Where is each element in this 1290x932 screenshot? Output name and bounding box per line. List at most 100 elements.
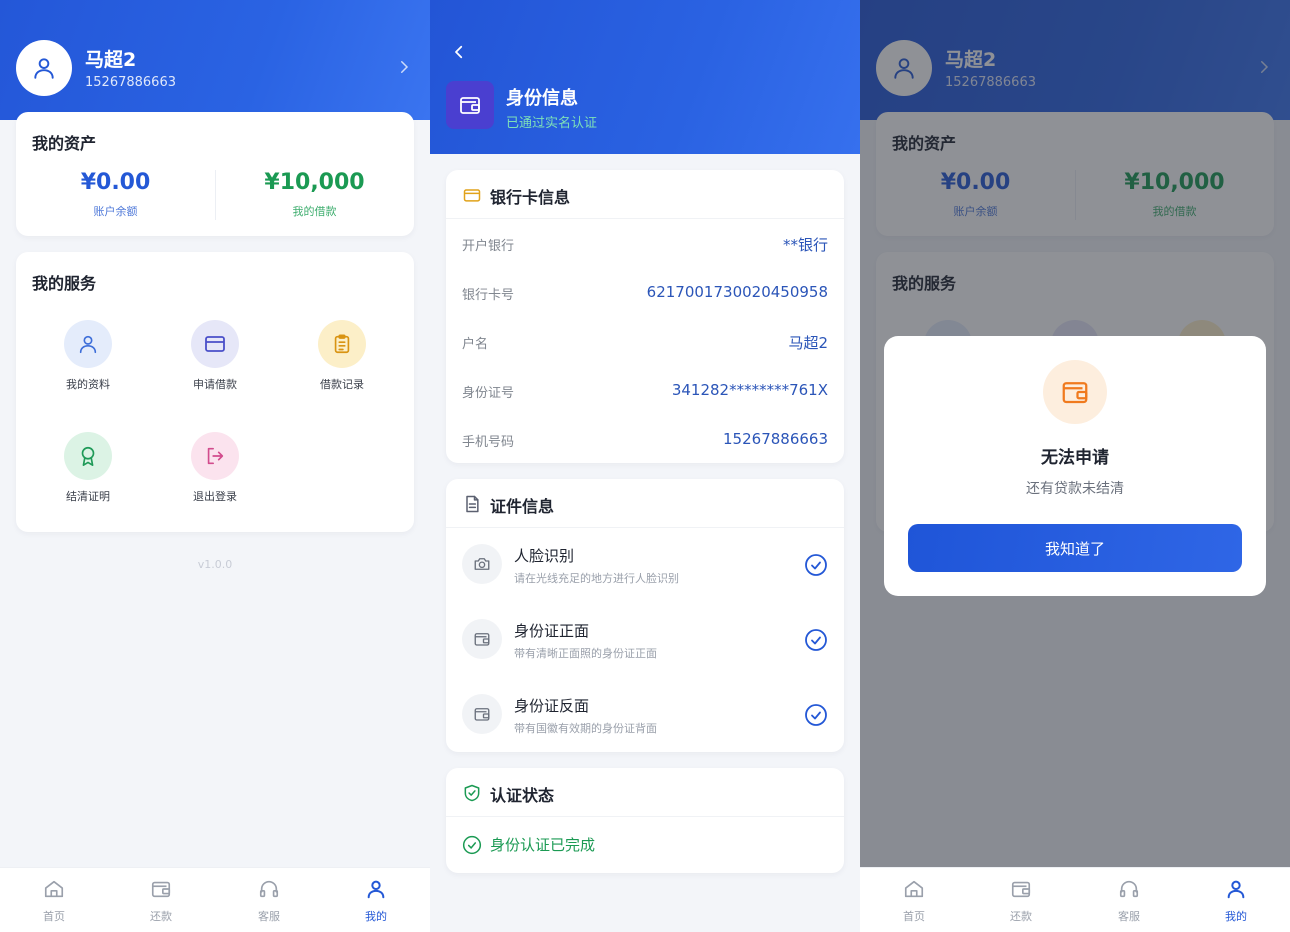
balance-value: ¥0.00 (80, 170, 151, 195)
logout-icon (191, 432, 239, 480)
section-header: 银行卡信息 (446, 170, 844, 219)
balance-block[interactable]: ¥0.00 账户余额 (16, 170, 215, 219)
service-logout[interactable]: 退出登录 (165, 432, 265, 504)
section-title: 银行卡信息 (490, 188, 571, 207)
document-icon (466, 495, 479, 513)
tab-repay[interactable]: 还款 (991, 878, 1051, 924)
dialog-message: 还有贷款未结清 (1026, 481, 1124, 497)
tab-mine[interactable]: 我的 (346, 878, 406, 924)
headset-icon (259, 880, 279, 898)
service-apply-loan[interactable]: 申请借款 (165, 320, 265, 392)
tab-label: 还款 (150, 910, 172, 923)
service-my-info[interactable]: 我的资料 (38, 320, 138, 392)
tab-home[interactable]: 首页 (24, 878, 84, 924)
identity-screen: 身份信息 已通过实名认证 银行卡信息 开户银行 **银行 银行卡号 621700… (430, 0, 860, 932)
shield-check-icon (464, 784, 480, 802)
assets-card: 我的资产 ¥0.00 账户余额 ¥10,000 我的借款 (16, 112, 414, 236)
version-text: v1.0.0 (197, 558, 233, 571)
bank-row-card-number: 银行卡号 6217001730020450958 (446, 268, 844, 317)
row-label: 户名 (462, 337, 489, 352)
tab-label: 首页 (43, 910, 65, 923)
service-label: 申请借款 (193, 378, 237, 391)
wallet-icon (1011, 881, 1031, 898)
section-header: 证件信息 (446, 479, 844, 528)
home-icon (44, 880, 64, 898)
check-circle-icon (805, 554, 827, 576)
loan-label: 我的借款 (292, 205, 337, 218)
award-icon (64, 432, 112, 480)
back-arrow-icon[interactable] (450, 42, 468, 62)
loan-block[interactable]: ¥10,000 我的借款 (215, 170, 414, 219)
wallet-icon (151, 881, 171, 898)
doc-name: 身份证反面 (514, 697, 590, 715)
tab-repay[interactable]: 还款 (131, 878, 191, 924)
service-label: 我的资料 (66, 378, 110, 391)
doc-name: 身份证正面 (514, 622, 590, 640)
row-value: 341282********761X (671, 381, 828, 399)
page-title: 身份信息 (506, 88, 578, 109)
tab-label: 客服 (258, 910, 280, 923)
identity-header: 身份信息 已通过实名认证 (430, 0, 860, 154)
user-name: 马超2 (85, 49, 137, 71)
section-title: 认证状态 (490, 786, 555, 805)
service-label: 结清证明 (66, 490, 110, 503)
row-value: **银行 (782, 236, 828, 254)
row-label: 身份证号 (462, 386, 515, 401)
avatar (16, 40, 72, 96)
tab-label: 客服 (1118, 910, 1140, 923)
bank-row-id-number: 身份证号 341282********761X (446, 366, 844, 415)
section-title: 证件信息 (490, 497, 555, 516)
tab-label: 首页 (903, 910, 925, 923)
services-card: 我的服务 我的资料 申请借款 借款记录 结清证明 退出登录 (16, 252, 414, 532)
tab-label: 我的 (365, 910, 387, 923)
tab-mine[interactable]: 我的 (1206, 878, 1266, 924)
documents-section: 证件信息 人脸识别 请在光线充足的地方进行人脸识别 身份证正面 带有清晰正面照的… (446, 479, 844, 752)
check-circle-icon (462, 835, 482, 855)
clipboard-icon (318, 320, 366, 368)
acknowledge-button[interactable]: 我知道了 (908, 524, 1242, 572)
tab-label: 还款 (1010, 910, 1032, 923)
profile-header[interactable]: 马超2 15267886663 (0, 0, 430, 120)
section-header: 认证状态 (446, 768, 844, 817)
profile-screen: 马超2 15267886663 我的资产 ¥0.00 账户余额 ¥10,000 … (0, 0, 430, 932)
loan-value: ¥10,000 (264, 170, 365, 195)
wallet-icon (462, 694, 502, 734)
doc-face-recognition[interactable]: 人脸识别 请在光线充足的地方进行人脸识别 (446, 527, 844, 602)
service-loan-records[interactable]: 借款记录 (292, 320, 392, 392)
profile-modal-screen: 马超2 15267886663 我的资产 ¥0.00 账户余额 ¥10,000 … (860, 0, 1290, 932)
wallet-icon (1043, 360, 1107, 424)
services-title: 我的服务 (32, 274, 97, 293)
doc-id-back[interactable]: 身份证反面 带有国徽有效期的身份证背面 (446, 677, 844, 752)
doc-id-front[interactable]: 身份证正面 带有清晰正面照的身份证正面 (446, 602, 844, 677)
status-section: 认证状态 身份认证已完成 (446, 768, 844, 873)
balance-label: 账户余额 (93, 205, 138, 218)
service-label: 退出登录 (193, 490, 237, 503)
tab-bar: 首页 还款 客服 我的 (860, 867, 1290, 932)
camera-icon (462, 544, 502, 584)
chevron-right-icon[interactable] (395, 58, 413, 76)
tab-bar: 首页 还款 客服 我的 (0, 867, 430, 932)
user-icon (367, 880, 385, 899)
row-value: 马超2 (788, 334, 828, 352)
status-text: 身份认证已完成 (490, 836, 596, 854)
wallet-icon (462, 619, 502, 659)
row-value: 15267886663 (723, 430, 828, 448)
user-phone: 15267886663 (85, 75, 176, 90)
user-icon (1227, 880, 1245, 899)
doc-name: 人脸识别 (514, 547, 575, 565)
bank-row-phone: 手机号码 15267886663 (446, 415, 844, 463)
verified-subtitle: 已通过实名认证 (506, 116, 598, 131)
user-icon (64, 320, 112, 368)
row-label: 手机号码 (462, 435, 515, 450)
check-circle-icon (805, 704, 827, 726)
service-settlement-proof[interactable]: 结清证明 (38, 432, 138, 504)
tab-service[interactable]: 客服 (1099, 878, 1159, 924)
tab-service[interactable]: 客服 (239, 878, 299, 924)
tab-home[interactable]: 首页 (884, 878, 944, 924)
dialog-title: 无法申请 (1041, 448, 1109, 468)
doc-desc: 带有清晰正面照的身份证正面 (514, 647, 657, 660)
check-circle-icon (805, 629, 827, 651)
row-label: 开户银行 (462, 239, 515, 254)
doc-desc: 带有国徽有效期的身份证背面 (514, 722, 657, 735)
doc-desc: 请在光线充足的地方进行人脸识别 (514, 572, 679, 585)
